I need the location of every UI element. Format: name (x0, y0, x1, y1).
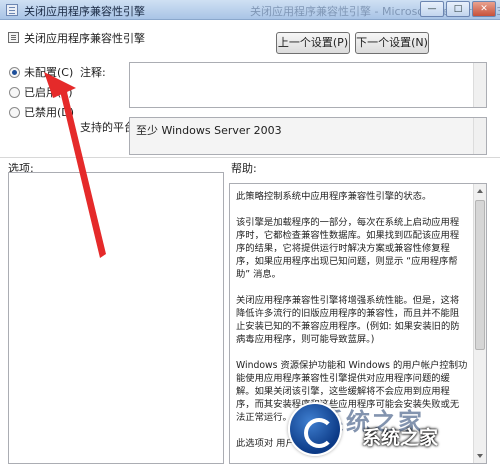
radio-label: 已禁用(D) (24, 106, 75, 119)
next-setting-button[interactable]: 下一个设置(N) (355, 32, 429, 54)
policy-setting-icon (8, 32, 19, 43)
watermark-text: 系统之家 (362, 427, 439, 449)
supported-platform-value: 至少 Windows Server 2003 (136, 124, 282, 137)
radio-label: 未配置(C) (24, 66, 74, 79)
scroll-up-icon[interactable] (477, 189, 483, 193)
minimize-button[interactable]: — (420, 1, 444, 17)
comment-textarea[interactable] (129, 62, 487, 108)
window-title: 关闭应用程序兼容性引擎 (24, 5, 145, 18)
window-controls: — □ ✕ (420, 1, 496, 17)
comment-label: 注释: (80, 66, 106, 79)
options-panel (8, 172, 224, 464)
radio-label: 已启用(E) (24, 86, 73, 99)
help-paragraph: 此策略控制系统中应用程序兼容性引擎的状态。 (236, 191, 432, 202)
window-titlebar[interactable]: 关闭应用程序兼容性引擎 关闭应用程序兼容性引擎 - Microsoft Serv… (0, 0, 500, 20)
watermark-logo-icon (288, 402, 342, 456)
previous-setting-button[interactable]: 上一个设置(P) (276, 32, 350, 54)
policy-window-icon (6, 4, 18, 16)
platform-scrollbar[interactable] (473, 118, 486, 154)
radio-disabled[interactable]: 已禁用(D) (9, 104, 74, 120)
policy-title: 关闭应用程序兼容性引擎 (24, 32, 145, 45)
radio-indicator[interactable] (9, 106, 20, 118)
radio-enabled[interactable]: 已启用(E) (9, 84, 73, 100)
maximize-button[interactable]: □ (446, 1, 470, 17)
help-label: 帮助: (231, 162, 257, 175)
comment-scrollbar[interactable] (473, 63, 486, 107)
radio-indicator-checked[interactable] (9, 66, 20, 78)
help-paragraph: 该引擎是加载程序的一部分，每次在系统上启动应用程序时，它都检查兼容性数据库。如果… (236, 217, 460, 280)
help-scroll-thumb[interactable] (475, 200, 485, 350)
site-watermark: 系统之家 系统之家 (280, 398, 500, 464)
radio-indicator[interactable] (9, 86, 20, 98)
radio-not-configured[interactable]: 未配置(C) (9, 64, 73, 80)
close-button[interactable]: ✕ (472, 1, 496, 17)
section-divider (0, 157, 500, 158)
supported-platform-box: 至少 Windows Server 2003 (129, 117, 487, 155)
help-paragraph: 关闭应用程序兼容性引擎将增强系统性能。但是，这将降低许多流行的旧版应用程序的兼容… (236, 295, 460, 345)
